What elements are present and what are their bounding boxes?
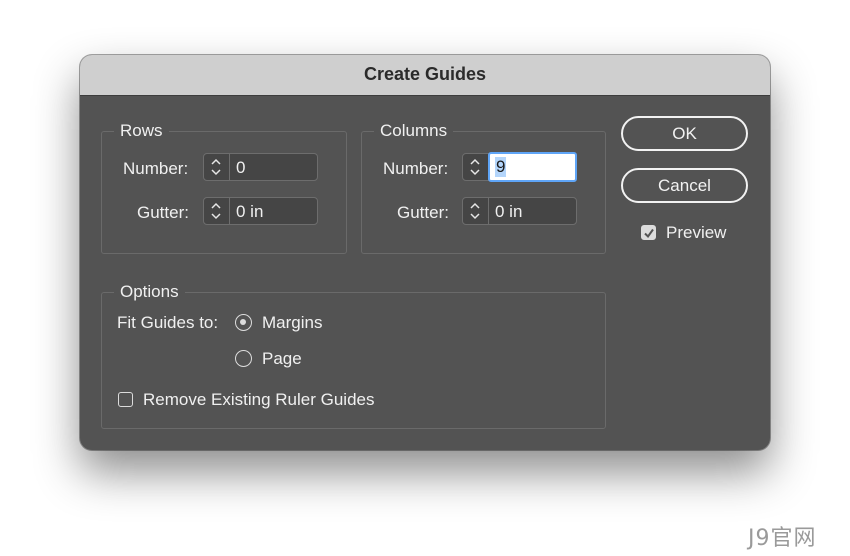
columns-gutter-stepper[interactable]	[463, 198, 489, 224]
create-guides-dialog: Create Guides Rows Number: 0 Gutter: 0 i…	[80, 55, 770, 450]
preview-label[interactable]: Preview	[666, 223, 726, 243]
rows-group: Rows	[101, 121, 347, 254]
columns-gutter-field[interactable]: 0 in	[462, 197, 577, 225]
columns-number-label: Number:	[383, 159, 449, 178]
fit-guides-label: Fit Guides to:	[117, 313, 219, 332]
checkmark-icon	[644, 228, 654, 239]
stepper-arrows-icon	[470, 158, 480, 176]
remove-guides-label[interactable]: Remove Existing Ruler Guides	[143, 390, 374, 410]
ok-button[interactable]: OK	[621, 116, 748, 151]
rows-number-stepper[interactable]	[204, 154, 230, 180]
cancel-button[interactable]: Cancel	[621, 168, 748, 203]
columns-gutter-value: 0 in	[495, 202, 523, 221]
radio-margins[interactable]	[235, 314, 252, 331]
rows-number-label: Number:	[123, 159, 189, 178]
rows-gutter-field[interactable]: 0 in	[203, 197, 318, 225]
rows-group-label: Rows	[114, 121, 169, 141]
options-group-label: Options	[114, 282, 185, 302]
rows-number-value: 0	[236, 158, 246, 177]
rows-number-field[interactable]: 0	[203, 153, 318, 181]
radio-selected-dot	[240, 319, 246, 325]
columns-gutter-label: Gutter:	[397, 203, 449, 222]
columns-number-value: 9	[495, 157, 507, 177]
watermark-text: J9官网	[748, 526, 817, 551]
columns-group-label: Columns	[374, 121, 454, 141]
columns-number-input[interactable]: 9	[488, 152, 577, 182]
rows-gutter-stepper[interactable]	[204, 198, 230, 224]
radio-margins-label[interactable]: Margins	[262, 313, 322, 333]
title-bar[interactable]: Create Guides	[80, 55, 770, 96]
rows-gutter-value: 0 in	[236, 202, 264, 221]
radio-page-label[interactable]: Page	[262, 349, 302, 369]
preview-checkbox[interactable]	[641, 225, 656, 240]
stepper-arrows-icon	[211, 202, 221, 220]
stepper-arrows-icon	[470, 202, 480, 220]
columns-group: Columns	[361, 121, 606, 254]
rows-gutter-label: Gutter:	[137, 203, 189, 222]
remove-guides-checkbox[interactable]	[118, 392, 133, 407]
stepper-arrows-icon	[211, 158, 221, 176]
columns-number-field[interactable]: 9	[462, 152, 577, 182]
radio-page[interactable]	[235, 350, 252, 367]
dialog-title: Create Guides	[363, 64, 487, 84]
columns-number-stepper[interactable]	[463, 154, 489, 180]
